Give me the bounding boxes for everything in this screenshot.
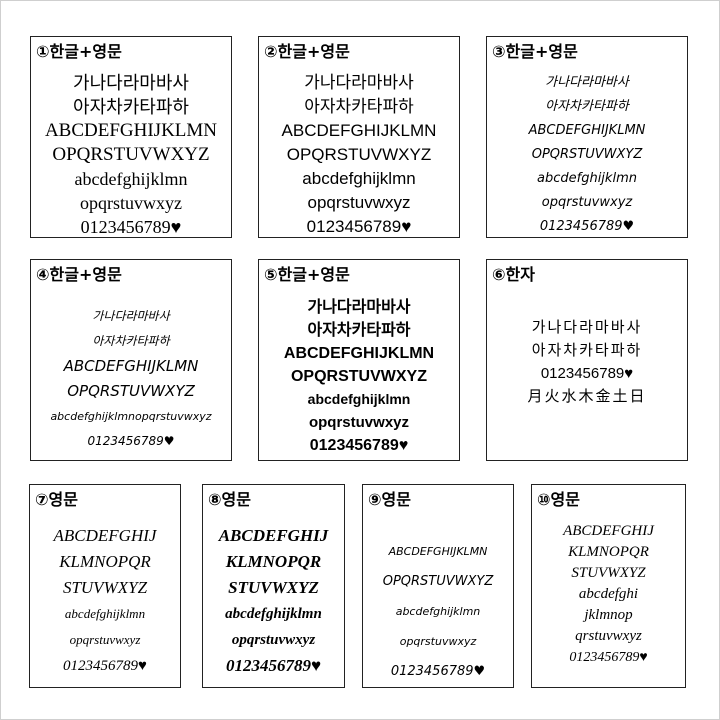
sample-line: qrstuvwxyz [575, 628, 642, 644]
sample-line: 아자차카타파하 [531, 342, 643, 359]
sample-line: ABCDEFGHIJ [53, 526, 157, 545]
font-sample-7: ⑦영문 ABCDEFGHIJ KLMNOPQR STUVWXYZ abcdefg… [29, 484, 181, 688]
sample-line: 0123456789♥ [390, 664, 486, 679]
sample-lines: ABCDEFGHIJ KLMNOPQR STUVWXYZ abcdefghijk… [203, 523, 344, 679]
sample-line: 가나다라마바사 [304, 73, 414, 92]
sample-title: ⑧영문 [208, 490, 251, 509]
font-sample-3: ③한글+영문 가나다라마바사 아자차카타파하 ABCDEFGHIJKLMN OP… [486, 36, 688, 238]
sample-line: abcdefghijklmn [225, 606, 322, 622]
sample-line: ABCDEFGHIJKLMN [528, 123, 646, 138]
font-sample-2: ②한글+영문 가나다라마바사 아자차카타파하 ABCDEFGHIJKLMN OP… [258, 36, 460, 238]
sample-line: 가나다라마바사 [73, 73, 189, 93]
sample-line: abcdefghijklmn [302, 169, 416, 188]
sample-lines: 가나다라마바사 아자차카타파하 0123456789♥ 月火水木金土日 [487, 316, 687, 408]
sample-line: 0123456789♥ [309, 437, 409, 454]
sample-line: ABCDEFGHIJKLMN [281, 121, 437, 140]
sample-line: 0123456789♥ [569, 650, 648, 665]
sample-lines: 가나다라마바사 아자차카타파하 ABCDEFGHIJKLMN OPQRSTUVW… [259, 71, 459, 237]
sample-line: 0123456789♥ [80, 217, 182, 237]
sample-line: ABCDEFGHIJKLMN [388, 545, 488, 558]
sample-line: opqrstuvwxyz [399, 635, 477, 648]
sample-title: ⑩영문 [537, 490, 580, 509]
font-sample-6: ⑥한자 가나다라마바사 아자차카타파하 0123456789♥ 月火水木金土日 [486, 259, 688, 461]
sample-line: 아자차카타파하 [304, 97, 414, 116]
sample-line: opqrstuvwxyz [231, 632, 316, 648]
sample-line: abcdefghijklmn [307, 391, 411, 407]
sample-lines: 가나다라마바사 아자차카타파하 ABCDEFGHIJKLMN OPQRSTUVW… [31, 304, 231, 454]
sample-lines: 가나다라마바사 아자차카타파하 ABCDEFGHIJKLMN OPQRSTUVW… [259, 296, 459, 457]
sample-lines: ABCDEFGHIJKLMN OPQRSTUVWXYZ abcdefghijkl… [363, 537, 513, 687]
sample-line: 가나다라마바사 [92, 309, 170, 323]
sample-line: KLMNOPQR [225, 552, 322, 571]
sample-line: 0123456789♥ [540, 365, 634, 382]
sample-line: ABCDEFGHIJKLMN [283, 345, 435, 362]
sample-line: 가나다라마바사 [531, 319, 643, 336]
sample-title: ①한글+영문 [36, 42, 122, 61]
sample-line: OPQRSTUVWXYZ [531, 147, 643, 162]
sample-line: ABCDEFGHIJ [218, 526, 329, 545]
sample-line: abcdefghijklmnopqrstuvwxyz [50, 410, 212, 423]
font-sample-10: ⑩영문 ABCDEFGHIJ KLMNOPQR STUVWXYZ abcdefg… [531, 484, 686, 688]
sample-line: STUVWXYZ [228, 578, 319, 597]
sample-line: STUVWXYZ [62, 578, 148, 597]
sample-title: ⑨영문 [368, 490, 411, 509]
sample-title: ⑥한자 [492, 265, 535, 284]
sample-line: 0123456789♥ [87, 434, 175, 448]
sample-line: OPQRSTUVWXYZ [67, 382, 195, 400]
sample-line: 가나다라마바사 [307, 299, 411, 316]
sample-line: opqrstuvwxyz [69, 632, 141, 647]
sample-line: KLMNOPQR [568, 544, 649, 560]
sample-lines: 가나다라마바사 아자차카타파하 ABCDEFGHIJKLMN OPQRSTUVW… [31, 71, 231, 237]
sample-line: 아자차카타파하 [73, 97, 189, 117]
sample-line: jklmnop [584, 607, 633, 623]
sample-title: ⑤한글+영문 [264, 265, 350, 284]
sample-line: 가나다라마바사 [545, 75, 629, 90]
sample-lines: 가나다라마바사 아자차카타파하 ABCDEFGHIJKLMN OPQRSTUVW… [487, 71, 687, 237]
sample-line: opqrstuvwxyz [307, 193, 411, 212]
sample-line: ABCDEFGHIJ [563, 523, 654, 539]
sample-line: abcdefghijklmn [74, 169, 188, 189]
sample-line: KLMNOPQR [59, 552, 151, 571]
sample-line: OPQRSTUVWXYZ [290, 368, 427, 385]
sample-line: 아자차카타파하 [545, 99, 629, 114]
sample-line: STUVWXYZ [571, 565, 646, 581]
sample-line: abcdefghijklmn [64, 606, 146, 621]
sample-line: 0123456789♥ [225, 656, 322, 675]
sample-title: ②한글+영문 [264, 42, 350, 61]
sample-line: opqrstuvwxyz [308, 414, 410, 431]
sample-line: 아자차카타파하 [92, 334, 170, 348]
sample-lines: ABCDEFGHIJ KLMNOPQR STUVWXYZ abcdefghijk… [30, 523, 180, 679]
sample-line: ABCDEFGHIJKLMN [44, 120, 218, 141]
sample-line: abcdefghijklmn [537, 171, 637, 186]
font-sample-1: ①한글+영문 가나다라마바사 아자차카타파하 ABCDEFGHIJKLMN OP… [30, 36, 232, 238]
sample-line: 0123456789♥ [63, 658, 147, 674]
font-sample-5: ⑤한글+영문 가나다라마바사 아자차카타파하 ABCDEFGHIJKLMN OP… [258, 259, 460, 461]
sample-lines: ABCDEFGHIJ KLMNOPQR STUVWXYZ abcdefghi j… [532, 521, 685, 668]
sample-line: 아자차카타파하 [307, 322, 411, 339]
sample-title: ③한글+영문 [492, 42, 578, 61]
sample-line: OPQRSTUVWXYZ [382, 574, 494, 589]
font-sample-8: ⑧영문 ABCDEFGHIJ KLMNOPQR STUVWXYZ abcdefg… [202, 484, 345, 688]
sample-title: ⑦영문 [35, 490, 78, 509]
sample-line: OPQRSTUVWXYZ [52, 144, 210, 165]
sample-line: ABCDEFGHIJKLMN [63, 357, 199, 375]
sample-line: 0123456789♥ [539, 219, 635, 234]
sample-line: opqrstuvwxyz [80, 193, 182, 213]
sample-title: ④한글+영문 [36, 265, 122, 284]
sample-line: 0123456789♥ [306, 217, 412, 236]
font-sample-9: ⑨영문 ABCDEFGHIJKLMN OPQRSTUVWXYZ abcdefgh… [362, 484, 514, 688]
sample-line: abcdefghi [578, 586, 639, 602]
font-sample-4: ④한글+영문 가나다라마바사 아자차카타파하 ABCDEFGHIJKLMN OP… [30, 259, 232, 461]
sample-line: opqrstuvwxyz [541, 195, 633, 210]
sample-line: 月火水木金土日 [527, 388, 647, 405]
sample-line: abcdefghijklmn [395, 605, 481, 618]
sample-line: OPQRSTUVWXYZ [286, 145, 432, 164]
